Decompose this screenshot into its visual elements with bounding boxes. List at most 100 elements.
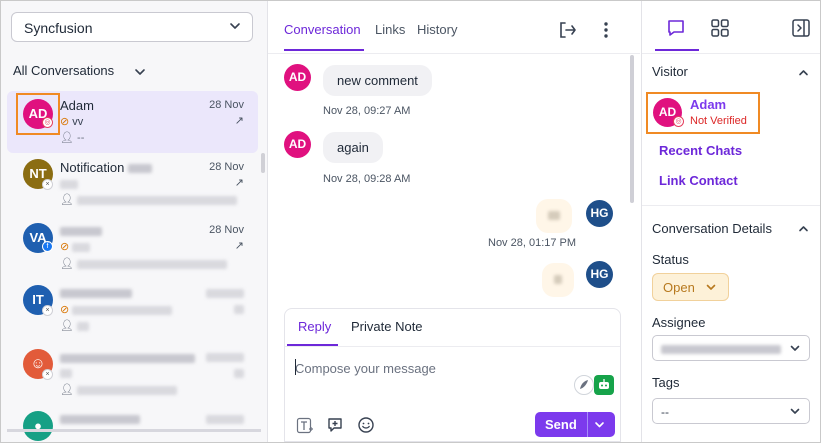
redacted-text <box>60 415 140 425</box>
conversation-date <box>206 351 244 363</box>
account-dropdown-value: Syncfusion <box>24 20 93 36</box>
reply-composer: Reply Private Note Send <box>284 308 621 442</box>
open-arrow-icon[interactable] <box>234 303 244 315</box>
conversation-panel: Conversation Links History AD new commen… <box>268 1 640 442</box>
text-format-icon[interactable] <box>296 417 314 435</box>
redacted-text <box>77 321 90 331</box>
conversation-name: Adam <box>60 98 94 113</box>
chevron-down-icon[interactable] <box>593 418 606 431</box>
conversation-contact: 👤︎ <box>60 193 238 206</box>
conversation-filter-label[interactable]: All Conversations <box>13 63 114 78</box>
assignee-label: Assignee <box>652 315 706 330</box>
exit-conversation-icon[interactable] <box>557 20 577 40</box>
conversation-list-panel: Syncfusion All Conversations AD ◎ Adam 2… <box>1 1 268 442</box>
open-arrow-icon[interactable] <box>234 367 244 379</box>
conversation-name <box>60 285 132 300</box>
conversation-contact-text: -- <box>77 132 85 144</box>
user-icon: 👤︎ <box>60 132 74 144</box>
redacted-text <box>60 368 72 378</box>
chevron-up-icon[interactable] <box>797 66 810 79</box>
tags-dropdown[interactable]: -- <box>652 398 810 424</box>
conversation-name-text: Notification <box>60 160 125 175</box>
redacted-text <box>127 164 152 174</box>
visitor-section-title: Visitor <box>652 64 688 79</box>
redacted-text <box>77 195 238 205</box>
chevron-up-icon[interactable] <box>797 222 810 235</box>
add-comment-icon[interactable] <box>326 416 344 434</box>
collapse-panel-icon[interactable] <box>791 18 811 38</box>
message-bubble <box>536 199 572 233</box>
user-icon: 👤︎ <box>60 194 74 206</box>
conversation-date <box>206 287 244 299</box>
status-dropdown[interactable]: Open <box>652 273 729 301</box>
app-window: Syncfusion All Conversations AD ◎ Adam 2… <box>0 0 821 443</box>
chevron-down-icon <box>789 405 801 417</box>
conversation-item-adam[interactable]: AD ◎ Adam 28 Nov ⊘ vv ↗ 👤︎ -- <box>7 91 258 153</box>
active-tab-indicator <box>655 49 699 51</box>
tab-links[interactable]: Links <box>375 22 405 37</box>
conversation-item-it[interactable]: IT × ⊘ 👤︎ <box>7 277 258 339</box>
tab-reply[interactable]: Reply <box>298 319 331 334</box>
message-input[interactable] <box>295 359 585 377</box>
redacted-text <box>548 211 560 221</box>
divider <box>268 53 640 54</box>
redacted-text <box>60 227 102 237</box>
conversation-preview: ⊘ <box>60 240 91 253</box>
message-bubble: new comment <box>323 65 432 96</box>
conversation-date: 28 Nov <box>209 224 244 236</box>
highlight-annotation <box>16 93 60 135</box>
grid-icon[interactable] <box>710 18 730 38</box>
send-button[interactable]: Send <box>535 412 615 437</box>
recent-chats-link[interactable]: Recent Chats <box>659 143 742 158</box>
redacted-text <box>206 352 244 362</box>
link-contact-link[interactable]: Link Contact <box>659 173 738 188</box>
divider <box>642 205 820 206</box>
redacted-text <box>206 414 244 424</box>
facebook-icon: f <box>42 241 53 252</box>
hidden-eye-icon: ⊘ <box>60 241 70 253</box>
conversation-name <box>60 411 140 426</box>
conversation-item-6[interactable]: ● <box>7 403 258 442</box>
conversation-item-notification[interactable]: NT × Notification 28 Nov ↗ 👤︎ <box>7 153 258 215</box>
account-dropdown[interactable]: Syncfusion <box>11 12 253 42</box>
tab-history[interactable]: History <box>417 22 457 37</box>
scrollbar[interactable] <box>261 153 265 173</box>
tab-private-note[interactable]: Private Note <box>351 319 423 334</box>
chevron-down-icon[interactable] <box>133 65 147 79</box>
conversation-preview-text: vv <box>72 116 84 128</box>
conversation-preview: ⊘ vv <box>60 115 83 128</box>
conversation-item-va[interactable]: VA f 28 Nov ⊘ ↗ 👤︎ <box>7 215 258 277</box>
assignee-dropdown[interactable] <box>652 335 810 361</box>
feather-icon[interactable] <box>574 375 594 395</box>
open-arrow-icon[interactable]: ↗ <box>235 176 244 189</box>
chat-bubble-icon[interactable] <box>666 18 686 38</box>
chevron-down-icon <box>228 19 242 33</box>
conversation-date: 28 Nov <box>209 99 244 111</box>
open-arrow-icon[interactable]: ↗ <box>235 114 244 127</box>
conversation-item-5[interactable]: ☺ × 👤︎ <box>7 341 258 403</box>
conversation-preview <box>60 178 78 190</box>
conversation-contact: 👤︎ <box>60 257 228 270</box>
scrollbar[interactable] <box>630 55 634 203</box>
details-panel: Visitor AD ◎ Adam Not Verified Recent Ch… <box>641 1 820 442</box>
active-tab-indicator <box>284 49 364 51</box>
avatar: HG <box>586 261 613 288</box>
redacted-text <box>554 275 562 285</box>
horizontal-scrollbar[interactable] <box>7 429 261 432</box>
redacted-text <box>234 304 244 314</box>
redacted-text <box>72 305 173 315</box>
hidden-eye-icon: ⊘ <box>60 116 70 128</box>
more-options-icon[interactable] <box>596 20 616 40</box>
message-time: Nov 28, 09:28 AM <box>323 173 411 185</box>
redacted-text <box>234 368 244 378</box>
open-arrow-icon[interactable]: ↗ <box>235 239 244 252</box>
bot-icon[interactable] <box>594 375 614 395</box>
user-icon: 👤︎ <box>60 258 74 270</box>
message-time: Nov 28, 09:27 AM <box>323 105 411 117</box>
divider <box>285 346 620 347</box>
tab-conversation[interactable]: Conversation <box>284 22 361 37</box>
emoji-icon[interactable] <box>357 416 375 434</box>
message-time: Nov 28, 01:17 PM <box>488 237 577 249</box>
status-label: Status <box>652 252 689 267</box>
conversation-contact: 👤︎ <box>60 319 90 332</box>
